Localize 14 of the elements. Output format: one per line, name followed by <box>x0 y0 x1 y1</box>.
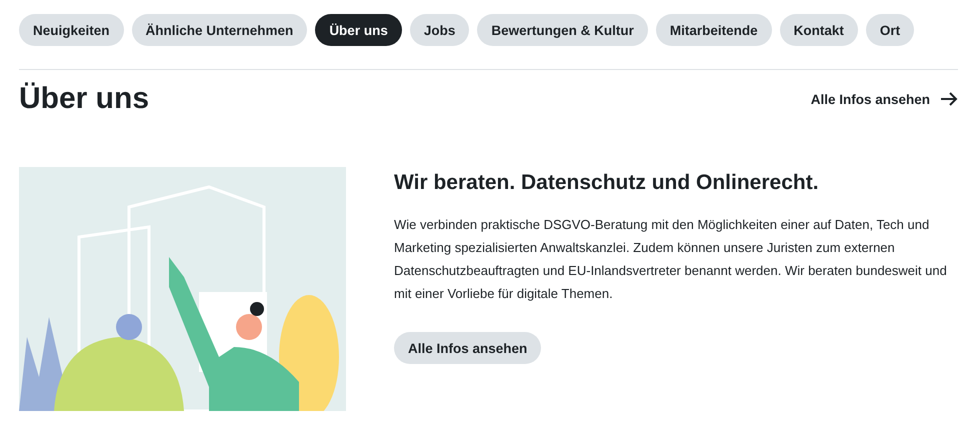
section-title: Über uns <box>19 82 150 116</box>
nav-tab[interactable]: Ähnliche Unternehmen <box>132 14 308 46</box>
nav-tab[interactable]: Mitarbeitende <box>656 14 772 46</box>
nav-tab[interactable]: Ort <box>866 14 914 46</box>
nav-tab[interactable]: Bewertungen & Kultur <box>477 14 648 46</box>
nav-tab[interactable]: Über uns <box>315 14 402 46</box>
nav-tab[interactable]: Kontakt <box>780 14 858 46</box>
all-info-link[interactable]: Alle Infos ansehen <box>810 92 958 106</box>
arrow-right-icon <box>940 92 958 106</box>
nav-tab[interactable]: Jobs <box>410 14 470 46</box>
nav-tab[interactable]: Neuigkeiten <box>19 14 124 46</box>
all-info-button[interactable]: Alle Infos ansehen <box>394 332 542 364</box>
description-text: Wie verbinden praktische DSGVO-Beratung mit den Möglichkeiten einer auf Daten, Tech und Marketing spezialisierten Anwaltskanzlei. Zudem können unsere Juristen zum externen Datenschutzbeauftragten und EU-Inlandsvertreter benannt werden. Wir beraten bundesweit und mit einer Vorliebe für digitale Themen. <box>394 216 948 303</box>
content-heading: Wir beraten. Datenschutz und Onlinerecht. <box>394 171 819 195</box>
